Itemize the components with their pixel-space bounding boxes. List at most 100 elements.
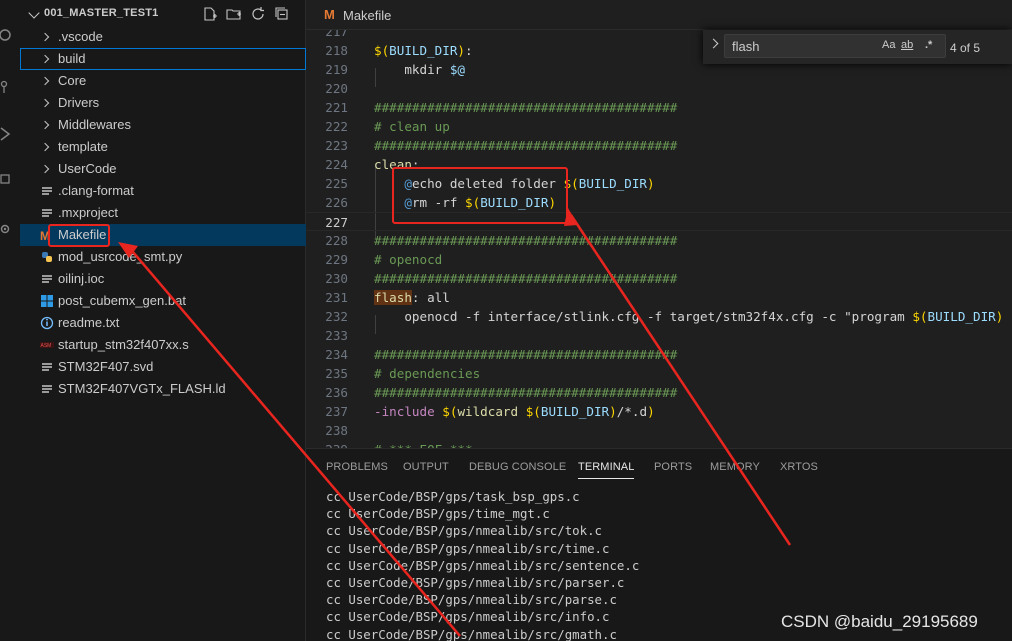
panel-tab-debug-console[interactable]: DEBUG CONSOLE xyxy=(469,461,566,473)
line-number: 229 xyxy=(325,252,348,267)
regex-button[interactable]: .* xyxy=(925,39,932,51)
code-line[interactable]: 237 -include $(wildcard $(BUILD_DIR)/*.d) xyxy=(306,402,1012,421)
source-control-icon[interactable] xyxy=(0,80,14,94)
code-token: ######################################## xyxy=(374,100,678,115)
panel-tab-terminal[interactable]: TERMINAL xyxy=(578,461,635,479)
code-line[interactable]: 233 xyxy=(306,326,1012,345)
code-editor[interactable]: 217 218 $(BUILD_DIR): 219 mkdir $@ 220 221 ###… xyxy=(306,30,1012,448)
tree-item-label: STM32F407VGTx_FLASH.ld xyxy=(58,381,226,396)
tree-item-readme-txt[interactable]: readme.txt xyxy=(20,312,306,334)
code-line[interactable]: 238 xyxy=(306,421,1012,440)
tree-item-oilinj-ioc[interactable]: oilinj.ioc xyxy=(20,268,306,290)
tree-item-label: post_cubemx_gen.bat xyxy=(58,293,186,308)
match-whole-word-button[interactable]: ab xyxy=(901,39,913,51)
tree-item-label: .vscode xyxy=(58,29,103,44)
chevron-right-icon xyxy=(40,142,50,152)
panel-tab-output[interactable]: OUTPUT xyxy=(403,461,449,473)
tree-item-clang-format[interactable]: .clang-format xyxy=(20,180,306,202)
code-token: ) xyxy=(647,404,655,419)
line-code: # clean up xyxy=(374,117,450,136)
new-folder-icon[interactable] xyxy=(226,6,242,22)
panel-tab-xrtos[interactable]: XRTOS xyxy=(780,461,818,473)
code-line[interactable]: 230 #####################################… xyxy=(306,269,1012,288)
code-token: $( xyxy=(912,309,928,324)
tree-item-mxproject[interactable]: .mxproject xyxy=(20,202,306,224)
terminal-line: cc UserCode/BSP/gps/nmealib/src/parse.c xyxy=(326,592,617,608)
terminal-line: cc UserCode/BSP/gps/task_bsp_gps.c xyxy=(326,489,580,504)
tree-item-label: oilinj.ioc xyxy=(58,271,105,286)
code-line[interactable]: 222 # clean up xyxy=(306,117,1012,136)
code-line[interactable]: 236 #####################################… xyxy=(306,383,1012,402)
line-code: ######################################## xyxy=(374,269,677,288)
search-icon[interactable] xyxy=(0,28,14,42)
find-input[interactable]: flash Aa ab .* xyxy=(724,34,946,58)
line-number: 225 xyxy=(325,176,348,191)
code-line[interactable]: 221 #####################################… xyxy=(306,98,1012,117)
code-line[interactable]: 220 xyxy=(306,79,1012,98)
chevron-right-icon xyxy=(40,120,50,130)
line-number: 221 xyxy=(325,100,348,115)
terminal-line: cc UserCode/BSP/gps/nmealib/src/info.c xyxy=(326,609,610,625)
tree-item-post-cubemx-gen-bat[interactable]: post_cubemx_gen.bat xyxy=(20,290,306,312)
line-number: 236 xyxy=(325,385,348,400)
line-code: # *** EOF *** xyxy=(374,440,473,448)
line-number: 223 xyxy=(325,138,348,153)
code-line[interactable]: 223 #####################################… xyxy=(306,136,1012,155)
panel-tab-problems[interactable]: PROBLEMS xyxy=(326,461,388,473)
tree-item-stm32f407-svd[interactable]: STM32F407.svd xyxy=(20,356,306,378)
collapse-all-icon[interactable] xyxy=(274,6,290,22)
code-token: $@ xyxy=(449,62,465,77)
terminal-line: cc UserCode/BSP/gps/nmealib/src/time.c xyxy=(326,540,610,556)
line-code: openocd -f interface/stlink.cfg -f targe… xyxy=(374,307,1003,326)
code-line[interactable]: 231 flash: all xyxy=(306,288,1012,307)
gear-icon[interactable] xyxy=(0,222,14,236)
tree-item-middlewares[interactable]: Middlewares xyxy=(20,114,306,136)
chevron-right-icon xyxy=(40,76,50,86)
toggle-replace-chevron-icon[interactable] xyxy=(708,38,719,49)
file-lines-icon xyxy=(42,385,52,393)
code-token: ) xyxy=(609,404,617,419)
tree-item-vscode[interactable]: .vscode xyxy=(20,26,306,48)
line-number: 218 xyxy=(325,43,348,58)
terminal-line: cc UserCode/BSP/gps/nmealib/src/tok.c xyxy=(326,523,603,539)
code-line[interactable]: 228 #####################################… xyxy=(306,231,1012,250)
line-code: ######################################## xyxy=(374,345,677,364)
code-line[interactable]: 234 #####################################… xyxy=(306,345,1012,364)
code-line[interactable]: 229 # openocd xyxy=(306,250,1012,269)
tree-item-usercode[interactable]: UserCode xyxy=(20,158,306,180)
refresh-icon[interactable] xyxy=(250,6,266,22)
line-code: mkdir $@ xyxy=(374,60,465,79)
file-lines-icon xyxy=(42,363,52,371)
tree-item-drivers[interactable]: Drivers xyxy=(20,92,306,114)
tree-item-label: mod_usrcode_smt.py xyxy=(58,249,183,264)
code-line[interactable]: 232 openocd -f interface/stlink.cfg -f t… xyxy=(306,307,1012,326)
code-token: BUILD_DIR xyxy=(389,43,458,58)
tree-item-startup-stm32f407xx-s[interactable]: ASM startup_stm32f407xx.s xyxy=(20,334,306,356)
code-line[interactable]: 239 # *** EOF *** xyxy=(306,440,1012,448)
line-code: ######################################## xyxy=(374,231,677,250)
code-token: ######################################## xyxy=(374,138,678,153)
panel-tab-memory[interactable]: MEMORY xyxy=(710,461,760,473)
annotation-box-makefile xyxy=(48,224,110,247)
line-number: 235 xyxy=(325,366,348,381)
line-code: $(BUILD_DIR): xyxy=(374,41,473,60)
line-number: 220 xyxy=(325,81,348,96)
chevron-right-icon xyxy=(40,54,50,64)
match-case-button[interactable]: Aa xyxy=(882,39,895,51)
run-debug-icon[interactable] xyxy=(0,127,14,141)
tree-item-label: Drivers xyxy=(58,95,100,110)
python-icon xyxy=(42,252,52,262)
tree-item-core[interactable]: Core xyxy=(20,70,306,92)
extensions-icon[interactable] xyxy=(0,172,14,186)
panel-tab-ports[interactable]: PORTS xyxy=(654,461,692,473)
explorer-header[interactable]: 001_MASTER_TEST1 xyxy=(20,0,306,28)
tree-item-stm32f407vgtx-flash-ld[interactable]: STM32F407VGTx_FLASH.ld xyxy=(20,378,306,400)
code-line[interactable]: 235 # dependencies xyxy=(306,364,1012,383)
code-token: flash xyxy=(374,290,412,305)
tree-item-template[interactable]: template xyxy=(20,136,306,158)
new-file-icon[interactable] xyxy=(202,6,218,22)
annotation-box-rm-command xyxy=(392,167,568,224)
tree-item-mod-usrcode-smt-py[interactable]: mod_usrcode_smt.py xyxy=(20,246,306,268)
file-lines-icon xyxy=(42,209,52,217)
tree-item-build[interactable]: build xyxy=(20,48,306,70)
